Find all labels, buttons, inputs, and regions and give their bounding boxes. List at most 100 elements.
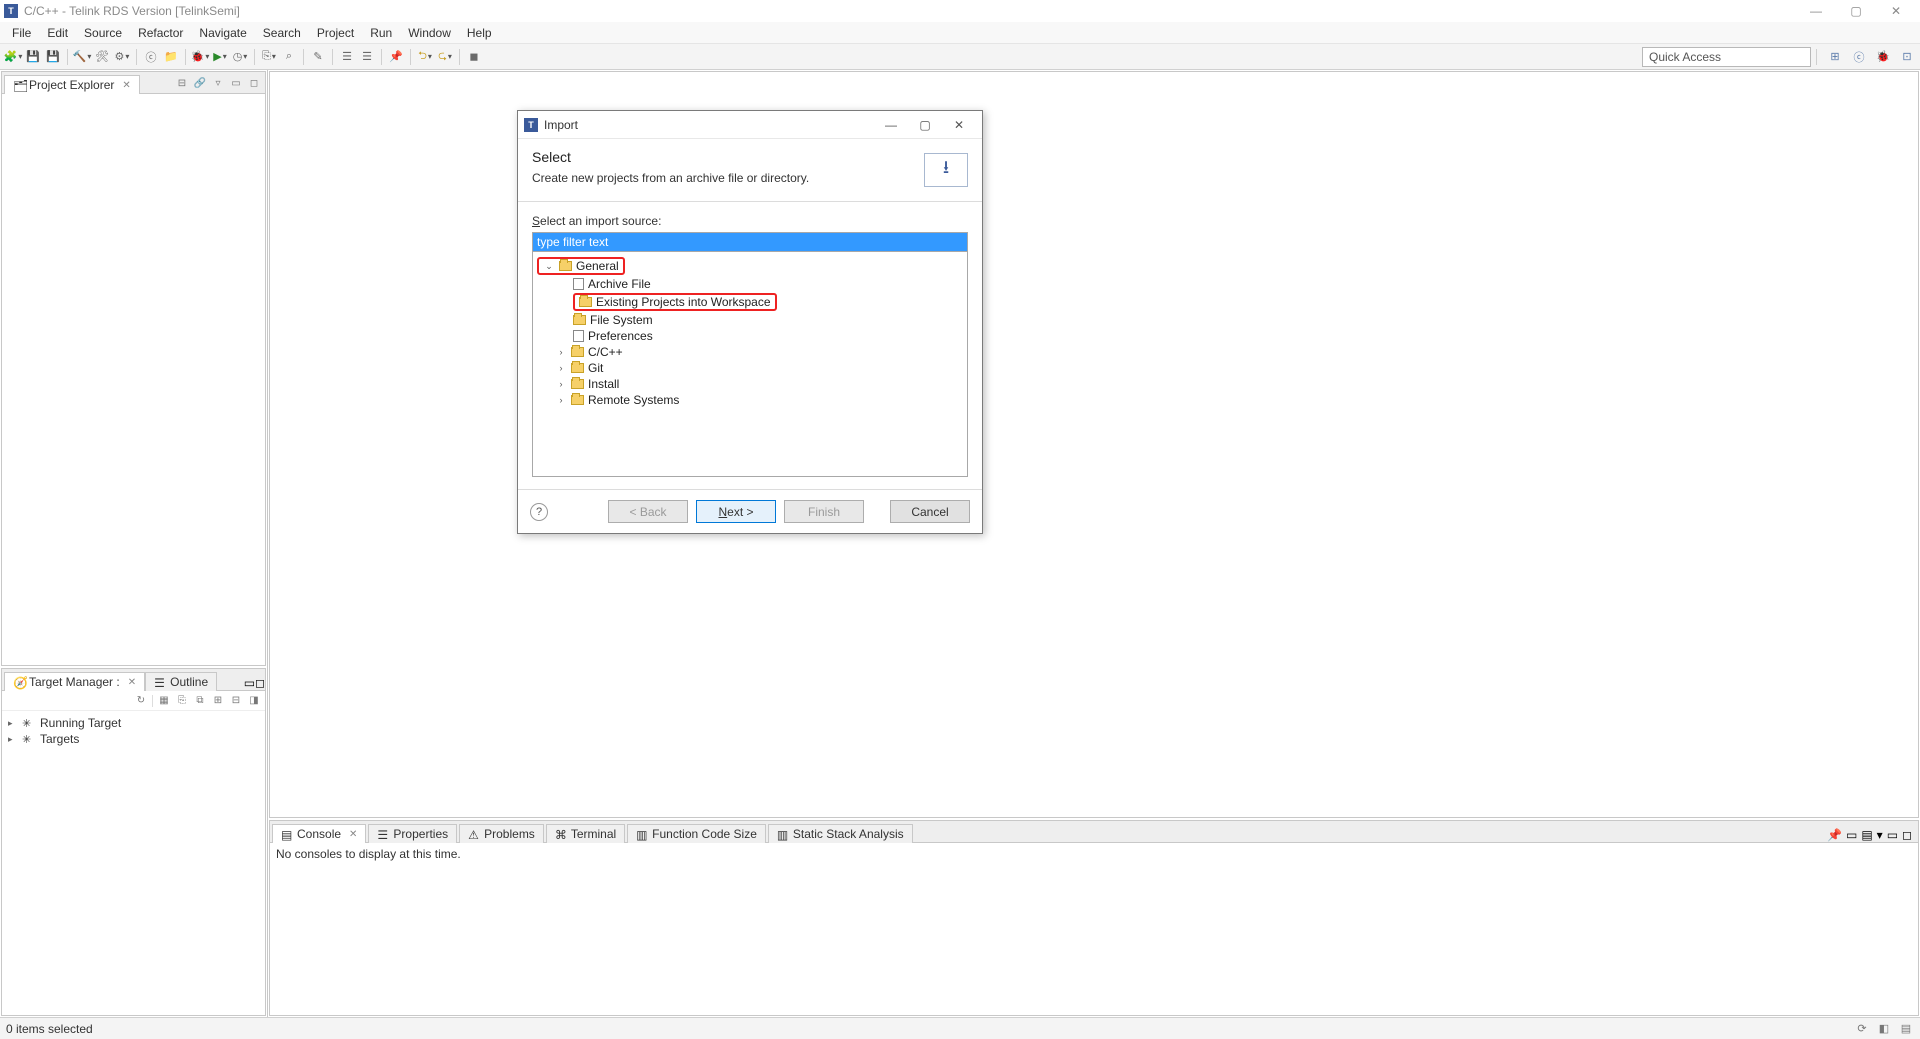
console-dropdown-button[interactable]: ▾: [1877, 828, 1883, 842]
new-cpp-class-button[interactable]: ⓒ: [142, 48, 160, 66]
tree-item-remote-systems[interactable]: › Remote Systems: [537, 392, 963, 408]
window-close-button[interactable]: ✕: [1876, 0, 1916, 22]
menu-navigate[interactable]: Navigate: [191, 24, 254, 42]
dialog-titlebar[interactable]: T Import — ▢ ✕: [518, 111, 982, 139]
tree-item-install[interactable]: › Install: [537, 376, 963, 392]
tm-btn5[interactable]: ⊞: [211, 694, 225, 708]
run-button[interactable]: ▶: [211, 48, 229, 66]
minimize-view-button[interactable]: ▭: [244, 676, 255, 690]
problems-tab[interactable]: ⚠ Problems: [459, 824, 544, 843]
menu-refactor[interactable]: Refactor: [130, 24, 191, 42]
tree-item-archive-file[interactable]: Archive File: [537, 276, 963, 292]
filter-input[interactable]: [532, 232, 968, 252]
expand-icon[interactable]: ›: [555, 379, 567, 389]
view-menu-button[interactable]: ▿: [211, 76, 225, 90]
tray-updates-icon[interactable]: ⟳: [1854, 1021, 1870, 1037]
tree-item-git[interactable]: › Git: [537, 360, 963, 376]
save-all-button[interactable]: 💾: [44, 48, 62, 66]
outline-tab[interactable]: ☰ Outline: [145, 672, 217, 691]
toggle-mark-button[interactable]: ✎: [309, 48, 327, 66]
back-button[interactable]: < Back: [608, 500, 688, 523]
menu-edit[interactable]: Edit: [39, 24, 76, 42]
maximize-view-button[interactable]: ◻: [1902, 828, 1912, 842]
terminal-tab[interactable]: ⌘ Terminal: [546, 824, 625, 843]
maximize-view-button[interactable]: ◻: [255, 676, 265, 690]
tray-tip-icon[interactable]: ◧: [1876, 1021, 1892, 1037]
expand-icon[interactable]: ›: [555, 395, 567, 405]
tree-item-running-target[interactable]: ▸ ✳ Running Target: [8, 715, 259, 731]
static-stack-tab[interactable]: ▥ Static Stack Analysis: [768, 824, 913, 843]
tm-btn2[interactable]: ▦: [157, 694, 171, 708]
build-config-button[interactable]: ⚙: [113, 48, 131, 66]
import-source-tree[interactable]: ⌄ General Archive File Existing Projects…: [532, 252, 968, 477]
dialog-maximize-button[interactable]: ▢: [908, 113, 942, 137]
function-code-size-tab[interactable]: ▥ Function Code Size: [627, 824, 766, 843]
profile-button[interactable]: ◷: [231, 48, 249, 66]
build-button[interactable]: 🔨: [73, 48, 91, 66]
save-button[interactable]: 💾: [24, 48, 42, 66]
forward-history-button[interactable]: ⮎: [436, 48, 454, 66]
console-pin-button[interactable]: 📌: [1827, 828, 1842, 842]
next-annotation-button[interactable]: ☰: [358, 48, 376, 66]
close-tab-icon[interactable]: ✕: [128, 677, 136, 688]
tm-btn4[interactable]: ⧉: [193, 694, 207, 708]
menu-window[interactable]: Window: [400, 24, 459, 42]
tree-item-targets[interactable]: ▸ ✳ Targets: [8, 731, 259, 747]
finish-button[interactable]: Finish: [784, 500, 864, 523]
tree-item-file-system[interactable]: File System: [537, 312, 963, 328]
pin-button[interactable]: 📌: [387, 48, 405, 66]
new-folder-button[interactable]: 📁: [162, 48, 180, 66]
minimize-view-button[interactable]: ▭: [229, 76, 243, 90]
tree-item-existing-projects[interactable]: Existing Projects into Workspace: [537, 292, 963, 312]
collapse-icon[interactable]: ⌄: [543, 261, 555, 272]
dialog-close-button[interactable]: ✕: [942, 113, 976, 137]
debug-button[interactable]: 🐞: [191, 48, 209, 66]
project-explorer-body[interactable]: [2, 94, 265, 665]
menu-run[interactable]: Run: [362, 24, 400, 42]
maximize-view-button[interactable]: ◻: [247, 76, 261, 90]
menu-search[interactable]: Search: [255, 24, 309, 42]
cancel-button[interactable]: Cancel: [890, 500, 970, 523]
quick-access-input[interactable]: [1642, 47, 1811, 67]
next-button[interactable]: Next >: [696, 500, 776, 523]
console-open-button[interactable]: ▤: [1861, 828, 1872, 842]
dialog-minimize-button[interactable]: —: [874, 113, 908, 137]
expand-icon[interactable]: ›: [555, 363, 567, 373]
build-all-button[interactable]: 🛠: [93, 48, 111, 66]
tm-btn3[interactable]: ⎘: [175, 694, 189, 708]
tree-item-preferences[interactable]: Preferences: [537, 328, 963, 344]
cpp-perspective-button[interactable]: ⓒ: [1850, 48, 1868, 66]
new-button[interactable]: 🧩: [4, 48, 22, 66]
window-maximize-button[interactable]: ▢: [1836, 0, 1876, 22]
tm-btn6[interactable]: ⊟: [229, 694, 243, 708]
tree-item-ccpp[interactable]: › C/C++: [537, 344, 963, 360]
properties-tab[interactable]: ☰ Properties: [368, 824, 457, 843]
link-editor-button[interactable]: 🔗: [193, 76, 207, 90]
project-explorer-tab[interactable]: 🗂 Project Explorer ✕: [4, 75, 140, 94]
tray-overview-icon[interactable]: ▤: [1898, 1021, 1914, 1037]
expand-icon[interactable]: ›: [555, 347, 567, 357]
help-button[interactable]: ?: [530, 503, 548, 521]
tm-btn7[interactable]: ◨: [247, 694, 261, 708]
menu-source[interactable]: Source: [76, 24, 130, 42]
open-type-button[interactable]: ⌕: [280, 48, 298, 66]
debug-perspective-button[interactable]: 🐞: [1874, 48, 1892, 66]
collapse-all-button[interactable]: ⊟: [175, 76, 189, 90]
prev-annotation-button[interactable]: ☰: [338, 48, 356, 66]
menu-file[interactable]: File: [4, 24, 39, 42]
resource-perspective-button[interactable]: ⊡: [1898, 48, 1916, 66]
tm-refresh-button[interactable]: ↻: [134, 694, 148, 708]
console-tab[interactable]: ▤ Console ✕: [272, 824, 366, 843]
expand-icon[interactable]: ▸: [8, 718, 18, 729]
minimize-view-button[interactable]: ▭: [1887, 828, 1898, 842]
back-history-button[interactable]: ⮌: [416, 48, 434, 66]
menu-project[interactable]: Project: [309, 24, 362, 42]
console-display-button[interactable]: ▭: [1846, 828, 1857, 842]
target-manager-body[interactable]: ▸ ✳ Running Target ▸ ✳ Targets: [2, 711, 265, 1015]
stop-button[interactable]: ◼: [465, 48, 483, 66]
expand-icon[interactable]: ▸: [8, 734, 18, 745]
close-tab-icon[interactable]: ✕: [349, 829, 357, 840]
tree-item-general[interactable]: ⌄ General: [537, 256, 963, 276]
close-tab-icon[interactable]: ✕: [122, 80, 130, 91]
target-manager-tab[interactable]: 🧭 Target Manager : ✕: [4, 672, 145, 691]
